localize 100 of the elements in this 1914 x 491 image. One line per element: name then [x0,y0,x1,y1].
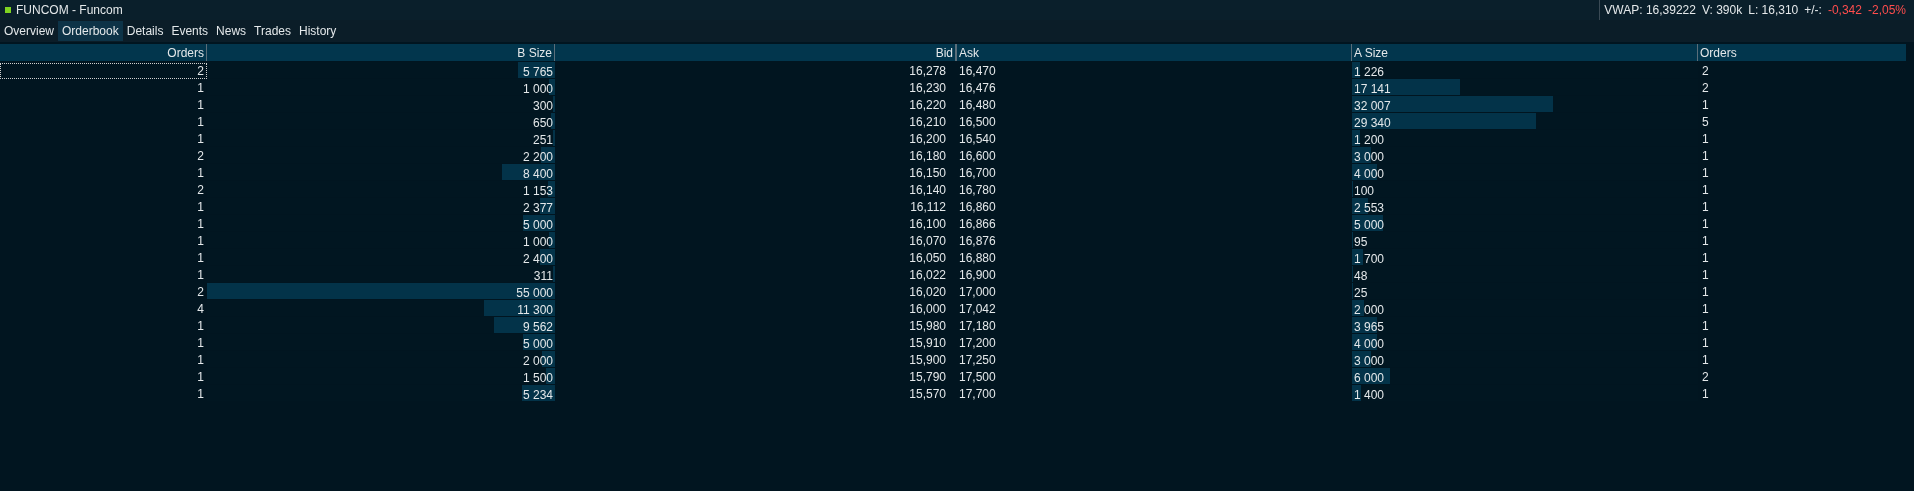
table-cell-text: 16,278 [909,62,946,80]
table-cell-text: 16,540 [959,130,996,148]
table-cell-text: 5 000 [522,336,553,353]
table-cell-text: 16,230 [909,79,946,97]
tab[interactable]: Details [122,21,168,41]
table-cell-text: 1 [1702,249,1709,267]
table-cell-text: 1 [196,96,205,113]
table-cell-text: 1 500 [522,370,553,387]
table-cell-text: 16,140 [909,181,946,199]
table-cell-text: 16,700 [959,164,996,182]
table-cell-text: 16,500 [959,113,996,131]
tab[interactable]: Orderbook [58,21,123,41]
table-cell-text: 15,910 [909,334,946,352]
table-cell-text: 16,476 [959,79,996,97]
table-cell-text: 1 [1702,164,1709,182]
table-cell-text: 16,866 [959,215,996,233]
table-cell-text: 1 [1702,351,1709,369]
quote-stat: -0,342 [1827,2,1862,19]
table-cell-text: 1 [1702,283,1709,301]
table-cell-text: 15,790 [909,368,946,386]
table-cell-text: 2 [196,181,205,198]
table-cell-text: 8 400 [522,166,553,183]
table-cell-text: 1 [1702,317,1709,335]
window-title: FUNCOM - Funcom [16,2,123,19]
table-cell-text: 1 000 [522,234,553,251]
table-cell-text: 11 300 [517,302,553,319]
table-cell-text: 48 [1354,268,1368,285]
table-cell-text: 2 [1702,368,1709,386]
column-header[interactable]: A Size [1352,44,1698,61]
table-cell-text: 1 [1702,96,1709,114]
quote-stat: VWAP: 16,39222 [1604,2,1696,19]
table-cell-text: 2 200 [522,149,553,166]
quote-stat: L: 16,310 [1748,2,1799,19]
table-cell-text: 2 553 [1354,200,1385,217]
table-cell-text: 5 [1702,113,1709,131]
table-cell-text: 17 141 [1354,81,1391,98]
table-cell-text: 16,600 [959,147,996,165]
table-cell-text: 251 [532,132,553,149]
table-cell-text: 1 [196,249,205,266]
table-cell-text: 1 [196,266,205,283]
column-header[interactable]: Ask [956,44,1352,61]
table-cell-text: 2 377 [522,200,553,217]
table-cell-text: 17,000 [959,283,996,301]
table-cell-text: 311 [533,268,553,285]
table-cell-text: 2 [1702,62,1709,80]
table-cell-text: 1 [1702,215,1709,233]
table-cell-text: 16,876 [959,232,996,250]
table-cell-text: 1 [196,215,205,232]
table-cell-text: 1 [196,334,205,351]
table-cell-text: 1 [1702,266,1709,284]
status-square-icon [5,7,11,13]
table-cell-text: 1 [196,368,205,385]
table-cell-text: 25 [1354,285,1368,302]
table-cell-text: 1 [196,232,205,249]
table-cell-text: 1 400 [1354,387,1385,404]
tab[interactable]: Trades [250,21,295,41]
table-cell-text: 1 153 [522,183,553,200]
tab[interactable]: Events [167,21,213,41]
column-header[interactable]: Orders [0,44,207,61]
table-cell-text: 16,070 [909,232,946,250]
table-cell-text: 17,200 [959,334,996,352]
table-cell-text: 55 000 [516,285,553,302]
table-cell-text: 5 765 [522,64,553,81]
table-cell-text: 16,210 [909,113,946,131]
table-cell-text: 32 007 [1354,98,1391,115]
table-cell-text: 16,100 [909,215,946,233]
table-cell-text: 100 [1354,183,1375,200]
table-cell-text: 17,500 [959,368,996,386]
table-cell-text: 1 [1702,198,1709,216]
table-cell-text: 1 [196,130,205,147]
table-cell-text: 16,480 [959,96,996,114]
column-header[interactable]: Orders [1698,44,1906,61]
tab[interactable]: News [212,21,251,41]
table-cell-text: 300 [532,98,553,115]
table-cell-text: 5 000 [1354,217,1385,234]
quote-stat: V: 390k [1701,2,1743,19]
table-cell-text: 3 000 [1354,149,1385,166]
tab[interactable]: Overview [0,21,58,41]
table-cell-text: 17,700 [959,385,996,403]
table-cell-text: 15,980 [909,317,946,335]
table-cell-text: 1 [196,351,205,368]
table-cell-text: 4 000 [1354,166,1385,183]
table-cell-text: 4 000 [1354,336,1385,353]
table-cell-text: 16,880 [959,249,996,267]
table-cell-text: 1 [196,198,205,215]
table-cell-text: 1 700 [1354,251,1385,268]
table-cell-text: 16,900 [959,266,996,284]
column-header[interactable]: B Size [207,44,555,61]
table-cell-text: 2 000 [522,353,553,370]
table-cell-text: 1 200 [1354,132,1385,149]
column-header[interactable]: Bid [555,44,956,61]
table-cell-text: 1 [196,113,205,130]
table-cell-text: 16,050 [909,249,946,267]
table-cell-text: 1 [1702,181,1709,199]
table-cell-text: 3 000 [1354,353,1385,370]
tab[interactable]: History [295,21,341,41]
table-cell-text: 16,200 [909,130,946,148]
table-cell-text: 2 [1702,79,1709,97]
table-cell-text: 1 [1702,130,1709,148]
table-cell-text: 650 [532,115,553,132]
